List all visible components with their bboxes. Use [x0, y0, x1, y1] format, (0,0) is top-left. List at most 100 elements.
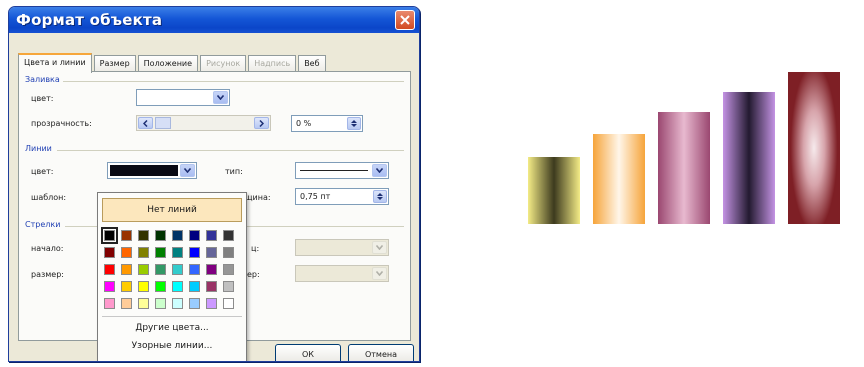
- color-swatch[interactable]: [138, 264, 149, 275]
- color-grid: [101, 227, 234, 309]
- no-lines-button[interactable]: Нет линий: [102, 198, 242, 222]
- color-swatch[interactable]: [189, 230, 200, 241]
- more-colors-item[interactable]: Другие цвета...: [98, 323, 246, 333]
- arrow-end-dropdown: [295, 239, 389, 256]
- arrow-end-size-label: ер:: [247, 270, 260, 279]
- color-swatch[interactable]: [155, 230, 166, 241]
- line-color-dropdown[interactable]: [107, 162, 197, 179]
- line-type-sample: [300, 170, 368, 171]
- window-title: Формат объекта: [16, 11, 163, 29]
- color-swatch[interactable]: [101, 227, 118, 244]
- color-swatch[interactable]: [172, 247, 183, 258]
- gradient-bar: [658, 112, 710, 224]
- cancel-button[interactable]: Отмена: [348, 344, 414, 361]
- tab-position[interactable]: Положение: [137, 55, 199, 72]
- color-swatch[interactable]: [206, 281, 217, 292]
- gradient-bar: [593, 134, 645, 224]
- spin-buttons[interactable]: [347, 117, 361, 130]
- tab-web[interactable]: Веб: [298, 55, 326, 72]
- color-swatch[interactable]: [223, 298, 234, 309]
- gradient-bar: [723, 92, 775, 224]
- arrow-begin-label: начало:: [31, 244, 64, 253]
- color-swatch[interactable]: [155, 298, 166, 309]
- slider-thumb[interactable]: [155, 117, 171, 129]
- format-object-dialog: Формат объекта Цвета и линии Размер Поло…: [8, 6, 420, 362]
- lines-group-divider: [57, 150, 404, 151]
- color-swatch[interactable]: [206, 298, 217, 309]
- color-swatch[interactable]: [189, 281, 200, 292]
- patterned-lines-item[interactable]: Узорные линии...: [98, 341, 246, 351]
- ok-button[interactable]: ОК: [275, 344, 341, 361]
- color-swatch[interactable]: [121, 264, 132, 275]
- tab-colors-and-lines[interactable]: Цвета и линии: [18, 53, 92, 73]
- color-swatch[interactable]: [138, 230, 149, 241]
- color-swatch[interactable]: [172, 281, 183, 292]
- line-weight-spinner[interactable]: 0,75 пт: [295, 188, 389, 205]
- arrow-up-icon: [377, 193, 383, 196]
- color-swatch[interactable]: [172, 264, 183, 275]
- title-bar[interactable]: Формат объекта: [9, 7, 419, 33]
- color-swatch[interactable]: [223, 230, 234, 241]
- color-swatch[interactable]: [121, 281, 132, 292]
- spin-buttons[interactable]: [373, 190, 387, 203]
- color-swatch[interactable]: [104, 264, 115, 275]
- gradient-bar: [788, 72, 840, 224]
- color-swatch[interactable]: [155, 247, 166, 258]
- color-swatch[interactable]: [155, 264, 166, 275]
- color-swatch[interactable]: [206, 247, 217, 258]
- line-color-label: цвет:: [31, 167, 54, 176]
- color-swatch[interactable]: [172, 230, 183, 241]
- color-swatch[interactable]: [189, 298, 200, 309]
- color-swatch[interactable]: [104, 281, 115, 292]
- line-weight-label: щина:: [245, 193, 271, 202]
- arrow-size-label: размер:: [31, 270, 64, 279]
- line-type-dropdown[interactable]: [295, 162, 389, 179]
- color-swatch[interactable]: [206, 230, 217, 241]
- line-type-label: тип:: [225, 167, 243, 176]
- color-swatch[interactable]: [138, 247, 149, 258]
- chevron-down-icon: [372, 241, 387, 254]
- color-swatch[interactable]: [104, 247, 115, 258]
- color-swatch[interactable]: [138, 298, 149, 309]
- line-weight-value: 0,75 пт: [300, 192, 331, 201]
- chevron-down-icon: [372, 164, 387, 177]
- color-swatch[interactable]: [155, 281, 166, 292]
- color-swatch[interactable]: [121, 298, 132, 309]
- fill-transparency-value: 0 %: [296, 119, 312, 128]
- tab-strip: Цвета и линии Размер Положение Рисунок Н…: [18, 53, 328, 73]
- color-swatch[interactable]: [223, 264, 234, 275]
- chevron-left-icon: [143, 119, 148, 127]
- color-swatch[interactable]: [104, 298, 115, 309]
- slider-right-button[interactable]: [254, 117, 269, 129]
- slider-left-button[interactable]: [138, 117, 153, 129]
- arrow-end-label: ц:: [251, 244, 260, 253]
- color-swatch[interactable]: [206, 264, 217, 275]
- gradient-bar: [528, 157, 580, 224]
- line-color-palette-popup: Нет линий Другие цвета... Узорные линии.…: [97, 192, 247, 361]
- color-swatch[interactable]: [189, 247, 200, 258]
- arrow-end-size-dropdown: [295, 265, 389, 282]
- close-button[interactable]: [395, 10, 415, 30]
- color-swatch[interactable]: [138, 281, 149, 292]
- fill-group-divider: [63, 81, 404, 82]
- fill-color-dropdown[interactable]: [136, 89, 230, 106]
- close-icon: [400, 15, 410, 25]
- fill-transparency-label: прозрачность:: [31, 119, 92, 128]
- fill-transparency-spinner[interactable]: 0 %: [291, 115, 363, 132]
- color-swatch[interactable]: [121, 247, 132, 258]
- color-swatch[interactable]: [172, 298, 183, 309]
- tab-text-box: Надпись: [248, 55, 297, 72]
- lines-group-title: Линии: [25, 144, 52, 153]
- color-swatch[interactable]: [223, 247, 234, 258]
- chevron-down-icon: [372, 267, 387, 280]
- arrow-down-icon: [351, 124, 357, 127]
- tab-size[interactable]: Размер: [93, 55, 136, 72]
- fill-group-title: Заливка: [25, 75, 60, 84]
- chevron-down-icon: [213, 91, 228, 104]
- color-swatch[interactable]: [189, 264, 200, 275]
- arrows-group-title: Стрелки: [25, 220, 61, 229]
- fill-transparency-slider[interactable]: [136, 115, 271, 131]
- arrow-down-icon: [377, 197, 383, 200]
- color-swatch[interactable]: [223, 281, 234, 292]
- color-swatch[interactable]: [121, 230, 132, 241]
